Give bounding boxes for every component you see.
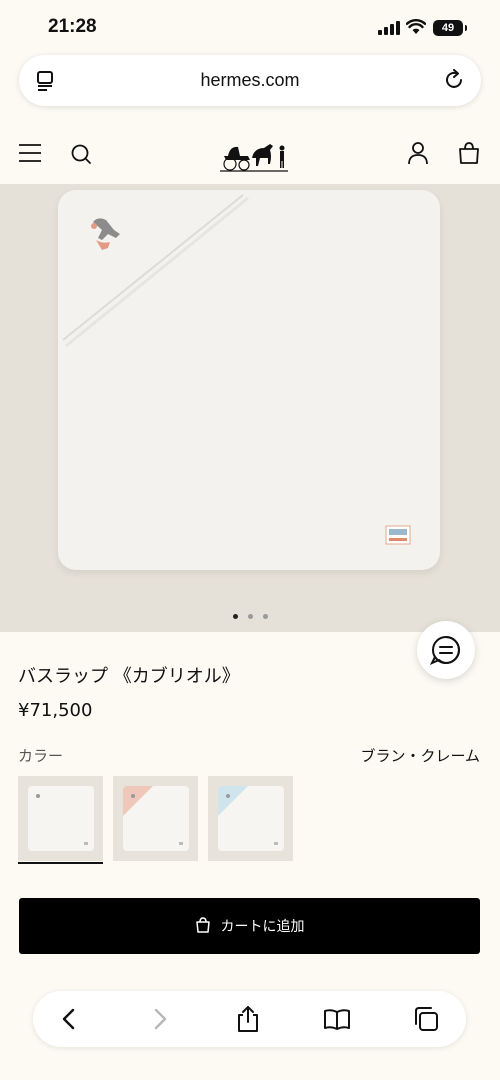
reload-icon[interactable] <box>443 69 465 91</box>
hermes-logo[interactable] <box>218 134 290 174</box>
brand-tag-icon <box>385 525 411 545</box>
color-swatches <box>18 776 318 866</box>
carousel-indicator[interactable] <box>0 614 500 619</box>
add-to-cart-label: カートに追加 <box>220 919 305 935</box>
cellular-signal-icon <box>378 21 400 35</box>
selected-swatch-indicator <box>18 862 103 864</box>
color-label: カラー <box>18 747 64 765</box>
site-header <box>0 120 500 186</box>
product-image <box>58 190 440 570</box>
product-price: ¥71,500 <box>18 700 93 721</box>
browser-toolbar <box>33 991 466 1047</box>
tabs-icon[interactable] <box>412 1005 440 1033</box>
color-swatch-blanc-creme[interactable] <box>18 776 103 861</box>
menu-icon[interactable] <box>19 144 41 162</box>
color-swatch-bleu[interactable] <box>208 776 293 861</box>
shopping-bag-icon <box>195 917 210 933</box>
bookmarks-icon[interactable] <box>323 1005 351 1033</box>
carousel-dot[interactable] <box>232 614 238 619</box>
forward-icon[interactable] <box>146 1005 174 1033</box>
search-icon[interactable] <box>70 143 92 165</box>
shopping-bag-icon[interactable] <box>457 141 481 165</box>
chat-bubble-icon <box>429 636 460 665</box>
carousel-dot[interactable] <box>262 614 268 619</box>
share-icon[interactable] <box>234 1005 262 1033</box>
back-icon[interactable] <box>55 1005 83 1033</box>
address-bar[interactable]: hermes.com <box>19 55 481 106</box>
selected-color-name: ブラン・クレーム <box>360 747 480 765</box>
url-text[interactable]: hermes.com <box>19 70 481 91</box>
chat-button[interactable] <box>417 621 475 679</box>
add-to-cart-button[interactable]: カートに追加 <box>19 898 480 954</box>
wifi-icon <box>406 19 426 34</box>
product-image-carousel[interactable] <box>0 184 500 632</box>
horse-embroidery-icon <box>91 218 120 250</box>
color-swatch-rose[interactable] <box>113 776 198 861</box>
carousel-dot[interactable] <box>247 614 253 619</box>
product-title: バスラップ 《カブリオル》 <box>18 666 240 687</box>
user-icon[interactable] <box>407 141 429 165</box>
status-bar: 21:28 49 <box>0 0 500 52</box>
battery-icon: 49 <box>433 20 467 36</box>
status-time: 21:28 <box>48 16 97 37</box>
